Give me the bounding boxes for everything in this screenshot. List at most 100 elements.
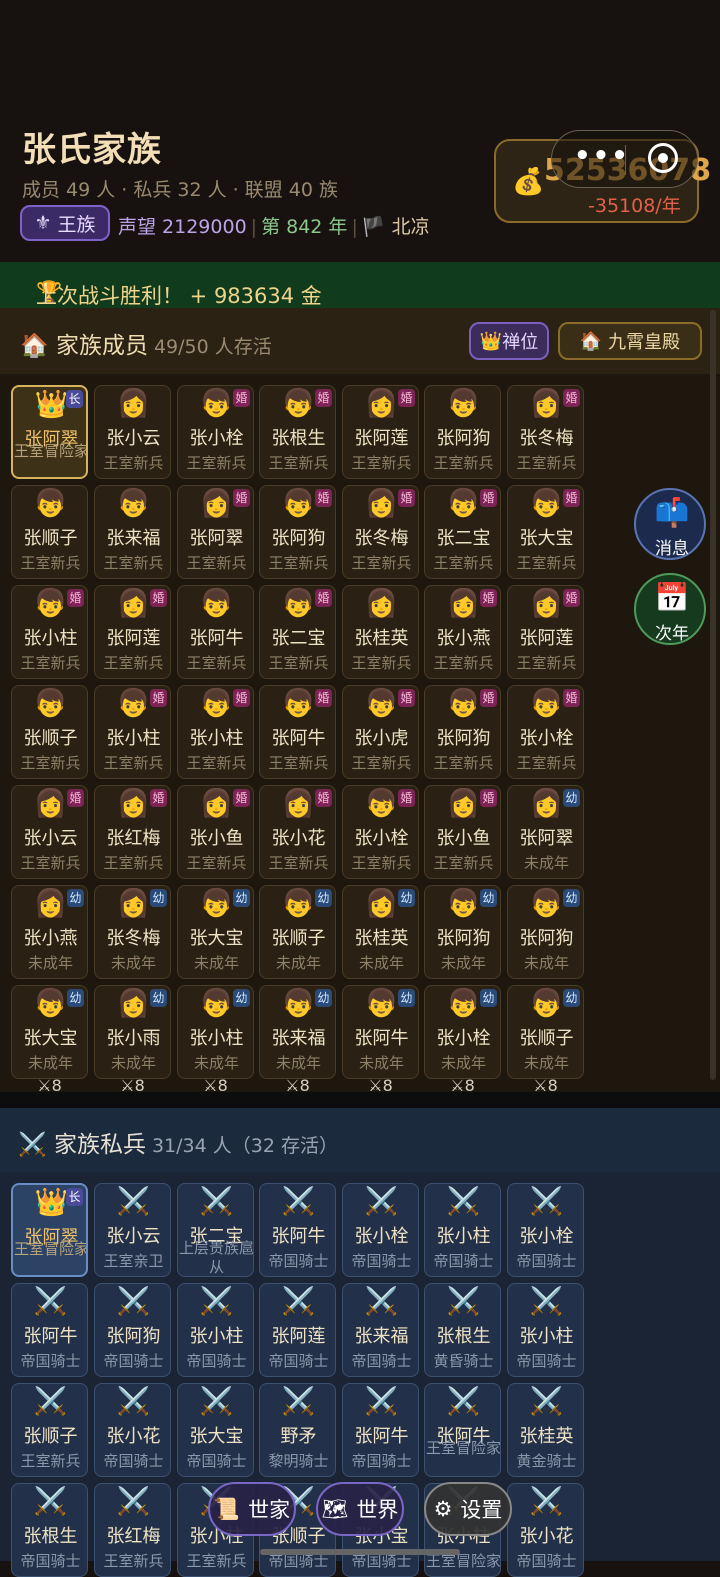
soldier-card[interactable]: ⚔️ 张红梅 王室新兵 <box>94 1483 171 1577</box>
soldier-card[interactable]: ⚔️ 张阿牛 帝国骑士 <box>342 1383 419 1477</box>
card-name: 张冬梅 <box>106 928 161 949</box>
member-sword-count: ⚔8 <box>450 1076 475 1095</box>
soldier-card[interactable]: ⚔️ 张小云 王室亲卫 <box>94 1183 171 1277</box>
scrollbar[interactable] <box>710 310 716 1080</box>
card-rank: 帝国骑士 <box>20 1352 81 1370</box>
member-card[interactable]: 👩 婚张冬梅 王室新兵 <box>342 485 419 579</box>
soldier-card[interactable]: ⚔️ 野矛 黎明骑士 <box>259 1383 336 1477</box>
member-card[interactable]: 👩 婚张小云 王室新兵 <box>11 785 88 879</box>
member-card[interactable]: 👦 张来福 王室新兵 <box>94 485 171 579</box>
member-card[interactable]: 👦 幼张顺子 未成年 <box>259 885 336 979</box>
member-card[interactable]: 👦 婚张二宝 王室新兵 <box>424 485 501 579</box>
portrait-avatar-icon: 👩 <box>116 388 151 419</box>
card-rank: 王室新兵 <box>433 854 494 872</box>
soldier-card[interactable]: ⚔️ 张来福 帝国骑士 <box>342 1283 419 1377</box>
swords-avatar-icon: ⚔️ <box>364 1386 399 1417</box>
member-card[interactable]: 👦 幼张阿牛 未成年 <box>342 985 419 1079</box>
card-name: 张来福 <box>354 1326 409 1347</box>
member-card[interactable]: 👦 张阿牛 王室新兵 <box>177 585 254 679</box>
swords-avatar-icon: ⚔️ <box>281 1286 316 1317</box>
member-card[interactable]: 👦 婚张小栓 王室新兵 <box>507 685 584 779</box>
member-card[interactable]: 👩 婚张小鱼 王室新兵 <box>177 785 254 879</box>
soldier-card[interactable]: ⚔️ 张阿狗 帝国骑士 <box>94 1283 171 1377</box>
member-card[interactable]: 👦 婚张小柱 王室新兵 <box>177 685 254 779</box>
member-card[interactable]: 👦 幼张来福 未成年 <box>259 985 336 1079</box>
member-card[interactable]: 👩 幼张小燕 未成年 <box>11 885 88 979</box>
member-card[interactable]: 👩 幼张桂英 未成年 <box>342 885 419 979</box>
member-card[interactable]: 👩 婚张小燕 王室新兵 <box>424 585 501 679</box>
soldier-card[interactable]: ⚔️ 张二宝 上层贵族扈从 <box>177 1183 254 1277</box>
soldier-card[interactable]: 👑 长张阿翠 王室冒险家 <box>11 1183 88 1277</box>
soldier-card[interactable]: ⚔️ 张小柱 帝国骑士 <box>424 1183 501 1277</box>
member-card[interactable]: 👩 幼张冬梅 未成年 <box>94 885 171 979</box>
member-card[interactable]: 👩 婚张阿翠 王室新兵 <box>177 485 254 579</box>
nav-world-button[interactable]: 🗺 世界 <box>316 1482 404 1536</box>
member-card[interactable]: 👩 婚张红梅 王室新兵 <box>94 785 171 879</box>
member-card[interactable]: 👦 婚张二宝 王室新兵 <box>259 585 336 679</box>
card-name: 张小云 <box>106 428 161 449</box>
member-card[interactable]: 👑 长张阿翠 王室冒险家 <box>11 385 88 479</box>
member-card[interactable]: 👦 婚张小虎 王室新兵 <box>342 685 419 779</box>
member-card[interactable]: 👦 幼张阿狗 未成年 <box>424 885 501 979</box>
soldier-card[interactable]: ⚔️ 张阿牛 帝国骑士 <box>259 1183 336 1277</box>
member-card[interactable]: 👦 婚张根生 王室新兵 <box>259 385 336 479</box>
abdicate-button[interactable]: 👑 禅位 <box>469 322 549 360</box>
member-card[interactable]: 👦 婚张阿狗 王室新兵 <box>424 685 501 779</box>
card-rank: 王室新兵 <box>516 754 577 772</box>
nav-family-button[interactable]: 📜 世家 <box>208 1482 296 1536</box>
messages-button[interactable]: 📫 消息 <box>634 488 706 560</box>
member-card[interactable]: 👦 婚张小栓 王室新兵 <box>342 785 419 879</box>
member-card[interactable]: 👦 张顺子 王室新兵 <box>11 485 88 579</box>
soldier-card[interactable]: ⚔️ 张根生 黄昏骑士 <box>424 1283 501 1377</box>
member-card[interactable]: 👩 婚张小花 王室新兵 <box>259 785 336 879</box>
member-card[interactable]: 👦 幼张阿狗 未成年 <box>507 885 584 979</box>
member-card[interactable]: 👩 婚张阿莲 王室新兵 <box>342 385 419 479</box>
member-card[interactable]: 👦 张阿狗 王室新兵 <box>424 385 501 479</box>
nav-settings-button[interactable]: ⚙ 设置 <box>424 1482 512 1536</box>
royal-rank-badge[interactable]: ⚜ 王族 <box>20 205 110 241</box>
soldier-card[interactable]: ⚔️ 张小柱 帝国骑士 <box>177 1283 254 1377</box>
soldier-card[interactable]: ⚔️ 张阿牛 王室冒险家 <box>424 1383 501 1477</box>
member-card[interactable]: 👩 张桂英 王室新兵 <box>342 585 419 679</box>
soldier-card[interactable]: ⚔️ 张小花 帝国骑士 <box>507 1483 584 1577</box>
member-card[interactable]: 👦 婚张小柱 王室新兵 <box>11 585 88 679</box>
member-card[interactable]: 👦 幼张大宝 未成年 <box>11 985 88 1079</box>
card-rank: 未成年 <box>440 1054 486 1072</box>
soldier-card[interactable]: ⚔️ 张根生 帝国骑士 <box>11 1483 88 1577</box>
soldier-card[interactable]: ⚔️ 张小栓 帝国骑士 <box>342 1183 419 1277</box>
member-card[interactable]: 👦 婚张小柱 王室新兵 <box>94 685 171 779</box>
member-card[interactable]: 👦 幼张顺子 未成年 <box>507 985 584 1079</box>
member-card[interactable]: 👦 婚张阿牛 王室新兵 <box>259 685 336 779</box>
year-value: 第 842 年 <box>261 216 348 238</box>
member-card[interactable]: 👦 婚张阿狗 王室新兵 <box>259 485 336 579</box>
member-card[interactable]: 👦 婚张小栓 王室新兵 <box>177 385 254 479</box>
member-card[interactable]: 👩 张小云 王室新兵 <box>94 385 171 479</box>
member-card[interactable]: 👦 张顺子 王室新兵 <box>11 685 88 779</box>
palace-button[interactable]: 🏠 九霄皇殿 <box>558 322 702 360</box>
member-card[interactable]: 👩 婚张小鱼 王室新兵 <box>424 785 501 879</box>
next-year-button[interactable]: 📅 次年 <box>634 573 706 645</box>
abdicate-label: 禅位 <box>502 332 539 353</box>
member-card[interactable]: 👦 幼张大宝 未成年 <box>177 885 254 979</box>
close-target-icon[interactable] <box>648 143 678 173</box>
member-card[interactable]: 👩 婚张阿莲 王室新兵 <box>94 585 171 679</box>
member-card[interactable]: 👦 幼张小栓 未成年 <box>424 985 501 1079</box>
soldier-card[interactable]: ⚔️ 张大宝 帝国骑士 <box>177 1383 254 1477</box>
soldier-card[interactable]: ⚔️ 张顺子 王室新兵 <box>11 1383 88 1477</box>
member-card[interactable]: 👩 幼张小雨 未成年 <box>94 985 171 1079</box>
member-card[interactable]: 👩 婚张冬梅 王室新兵 <box>507 385 584 479</box>
child-badge: 幼 <box>480 889 497 907</box>
soldier-card[interactable]: ⚔️ 张阿牛 帝国骑士 <box>11 1283 88 1377</box>
soldier-card[interactable]: ⚔️ 张小柱 帝国骑士 <box>507 1283 584 1377</box>
member-card[interactable]: 👦 幼张小柱 未成年 <box>177 985 254 1079</box>
soldier-card[interactable]: ⚔️ 张桂英 黄金骑士 <box>507 1383 584 1477</box>
member-card[interactable]: 👩 幼张阿翠 未成年 <box>507 785 584 879</box>
member-card[interactable]: 👦 婚张大宝 王室新兵 <box>507 485 584 579</box>
soldier-card[interactable]: ⚔️ 张阿莲 帝国骑士 <box>259 1283 336 1377</box>
card-name: 张大宝 <box>189 928 244 949</box>
more-icon[interactable]: ••• <box>574 141 630 171</box>
soldier-card[interactable]: ⚔️ 张小栓 帝国骑士 <box>507 1183 584 1277</box>
soldier-card[interactable]: ⚔️ 张小花 帝国骑士 <box>94 1383 171 1477</box>
member-card[interactable]: 👩 婚张阿莲 王室新兵 <box>507 585 584 679</box>
card-name: 张小花 <box>271 828 326 849</box>
